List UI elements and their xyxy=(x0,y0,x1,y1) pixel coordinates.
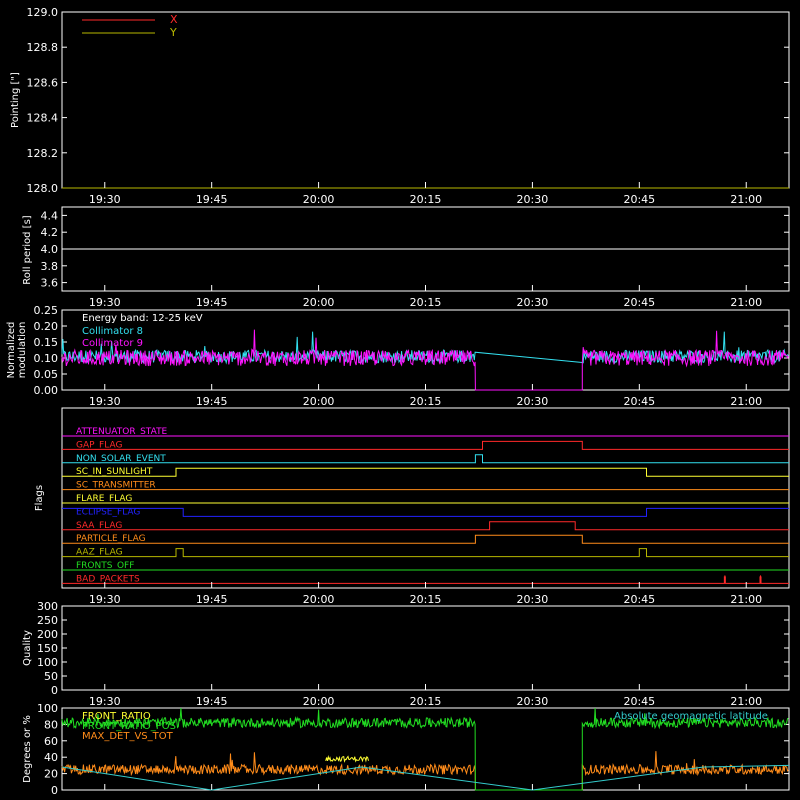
flag-label-gap-flag: GAP_FLAG xyxy=(76,440,122,450)
y-tick-label: 250 xyxy=(37,614,58,627)
x-tick-label: 20:45 xyxy=(623,296,655,309)
x-tick-label: 20:45 xyxy=(623,593,655,606)
x-tick-label: 19:30 xyxy=(89,695,121,708)
x-tick-label: 21:00 xyxy=(730,593,762,606)
y-tick-label: 0.15 xyxy=(34,336,59,349)
x-tick-label: 20:15 xyxy=(410,296,442,309)
x-tick-label: 19:45 xyxy=(196,193,228,206)
y-tick-label: 128.6 xyxy=(27,76,59,89)
x-tick-label: 20:00 xyxy=(303,395,335,408)
legend-label-collimator-9: Collimator 9 xyxy=(82,338,143,349)
x-tick-label: 21:00 xyxy=(730,193,762,206)
x-tick-label: 20:15 xyxy=(410,395,442,408)
x-tick-label: 20:15 xyxy=(410,193,442,206)
y-tick-label: 0.20 xyxy=(34,320,59,333)
x-tick-label: 20:45 xyxy=(623,193,655,206)
y-tick-label: 4.0 xyxy=(41,243,59,256)
y-tick-label: 100 xyxy=(37,702,58,715)
y-tick-label: 20 xyxy=(44,768,58,781)
x-tick-label: 20:00 xyxy=(303,695,335,708)
flag-label-saa-flag: SAA_FLAG xyxy=(76,521,122,531)
flag-label-flare-flag: FLARE_FLAG xyxy=(76,494,132,504)
ylabel-line-1: Normalized xyxy=(6,322,17,379)
x-tick-label: 19:45 xyxy=(196,695,228,708)
y-tick-label: 300 xyxy=(37,600,58,613)
legend-label-y: Y xyxy=(169,26,177,39)
flag-label-non-solar-event: NON_SOLAR_EVENT xyxy=(76,454,166,464)
y-tick-label: 3.6 xyxy=(41,277,59,290)
x-tick-label: 20:30 xyxy=(517,193,549,206)
x-tick-label: 19:30 xyxy=(89,193,121,206)
x-tick-label: 19:45 xyxy=(196,296,228,309)
x-tick-label: 20:00 xyxy=(303,593,335,606)
x-tick-label: 20:30 xyxy=(517,695,549,708)
x-tick-label: 20:00 xyxy=(303,296,335,309)
flag-label-particle-flag: PARTICLE_FLAG xyxy=(76,534,146,544)
ylabel: Degrees or % xyxy=(22,715,33,783)
y-tick-label: 129.0 xyxy=(27,6,59,19)
x-tick-label: 20:45 xyxy=(623,695,655,708)
flag-label-bad-packets: BAD_PACKETS xyxy=(76,574,140,584)
ylabel: Flags xyxy=(34,485,45,511)
y-tick-label: 0.05 xyxy=(34,368,59,381)
x-tick-label: 21:00 xyxy=(730,296,762,309)
x-tick-label: 19:30 xyxy=(89,593,121,606)
x-tick-label: 20:30 xyxy=(517,296,549,309)
x-tick-label: 21:00 xyxy=(730,395,762,408)
legend-label-max-det-vs-tot: MAX_DET_VS_TOT xyxy=(82,731,174,742)
ylabel: Pointing ["] xyxy=(10,72,21,128)
y-tick-label: 40 xyxy=(44,751,58,764)
energy-band-annotation: Energy band: 12-25 keV xyxy=(82,313,203,324)
x-tick-label: 20:00 xyxy=(303,193,335,206)
y-tick-label: 150 xyxy=(37,642,58,655)
x-tick-label: 19:30 xyxy=(89,395,121,408)
x-tick-label: 20:30 xyxy=(517,593,549,606)
y-tick-label: 0 xyxy=(51,784,58,797)
y-tick-label: 128.0 xyxy=(27,182,59,195)
x-tick-label: 20:15 xyxy=(410,593,442,606)
flag-label-fronts-off: FRONTS_OFF xyxy=(76,561,134,571)
flag-label-aaz-flag: AAZ_FLAG xyxy=(76,548,123,558)
y-tick-label: 0 xyxy=(51,684,58,697)
x-tick-label: 20:15 xyxy=(410,695,442,708)
flag-label-sc-in-sunlight: SC_IN_SUNLIGHT xyxy=(76,467,153,477)
y-tick-label: 128.4 xyxy=(27,112,59,125)
flag-label-attenuator-state: ATTENUATOR_STATE xyxy=(76,427,168,437)
y-tick-label: 200 xyxy=(37,628,58,641)
x-tick-label: 21:00 xyxy=(730,695,762,708)
y-tick-label: 50 xyxy=(44,670,58,683)
legend-label-geomagnetic-latitude: Absolute geomagnetic latitude xyxy=(614,711,768,722)
y-tick-label: 0.00 xyxy=(34,384,59,397)
ylabel-line-2: modulation xyxy=(17,322,28,379)
legend-label-collimator-8: Collimator 8 xyxy=(82,326,143,337)
y-tick-label: 0.25 xyxy=(34,304,59,317)
summary-figure: Pointing ["] 128.0 128.2 128.4 128.6 128.8 12… xyxy=(0,0,800,800)
y-tick-label: 0.10 xyxy=(34,352,59,365)
y-tick-label: 128.2 xyxy=(27,147,59,160)
x-tick-label: 19:45 xyxy=(196,395,228,408)
y-tick-label: 4.2 xyxy=(41,226,59,239)
y-tick-label: 4.4 xyxy=(41,209,59,222)
x-tick-label: 19:45 xyxy=(196,593,228,606)
y-tick-label: 128.8 xyxy=(27,41,59,54)
ylabel: Roll period [s] xyxy=(22,215,33,284)
flag-label-sc-transmitter: SC_TRANSMITTER xyxy=(76,481,156,491)
flag-label-eclipse-flag: ECLIPSE_FLAG xyxy=(76,507,140,517)
x-tick-label: 20:30 xyxy=(517,395,549,408)
y-tick-label: 80 xyxy=(44,718,58,731)
y-tick-label: 60 xyxy=(44,735,58,748)
y-tick-label: 100 xyxy=(37,656,58,669)
x-tick-label: 20:45 xyxy=(623,395,655,408)
x-tick-label: 19:30 xyxy=(89,296,121,309)
legend-label-x: X xyxy=(170,13,178,26)
ylabel: Quality xyxy=(22,630,33,666)
y-tick-label: 3.8 xyxy=(41,260,59,273)
